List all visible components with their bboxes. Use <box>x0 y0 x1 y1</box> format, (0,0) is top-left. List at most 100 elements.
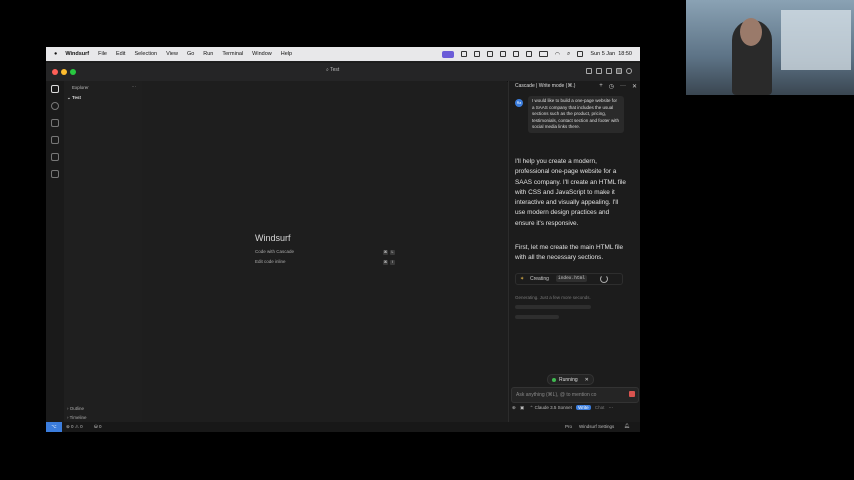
status-icon[interactable] <box>460 51 467 57</box>
status-icon[interactable] <box>499 51 506 57</box>
running-dot-icon <box>552 377 556 382</box>
timeline-section[interactable]: › Timeline <box>67 415 87 420</box>
plan-indicator[interactable]: Pro <box>565 424 572 429</box>
status-icon[interactable] <box>525 51 532 57</box>
timeline-label: Timeline <box>69 415 87 420</box>
assistant-reply: First, let me create the main HTML file … <box>515 244 624 262</box>
search-icon[interactable] <box>51 102 59 110</box>
action-label: Code with Cascade <box>255 249 295 254</box>
loading-placeholder <box>515 315 559 319</box>
menu-terminal[interactable]: Terminal <box>222 51 243 57</box>
extensions-icon[interactable] <box>51 170 59 178</box>
cancel-icon[interactable]: ✕ <box>585 377 589 383</box>
mode-chat-button[interactable]: Chat <box>595 405 605 410</box>
windsurf-settings[interactable]: Windsurf Settings <box>579 424 614 429</box>
error-count: 0 <box>71 424 74 429</box>
window-title: Test <box>330 67 340 73</box>
more-actions-button[interactable]: ··· <box>132 84 137 89</box>
menu-go[interactable]: Go <box>187 51 194 57</box>
battery-icon[interactable] <box>538 51 548 57</box>
history-icon[interactable]: ◷ <box>609 83 614 90</box>
action-code-with-cascade[interactable]: Code with Cascade ⌘ L <box>255 249 395 255</box>
more-icon[interactable]: ··· <box>609 405 614 410</box>
spark-icon: ✶ <box>520 276 525 282</box>
control-center-icon[interactable] <box>577 51 584 57</box>
webcam-overlay <box>686 0 854 95</box>
menu-window[interactable]: Window <box>252 51 272 57</box>
status-icon[interactable] <box>512 51 519 57</box>
action-edit-code-inline[interactable]: Edit code inline ⌘ I <box>255 259 395 265</box>
shortcut-key: ⌘ <box>383 260 388 265</box>
plus-icon[interactable]: + <box>599 83 603 90</box>
mode-write-button[interactable]: Write <box>576 405 591 410</box>
webcam-window <box>781 10 851 70</box>
window-titlebar: ⌕ Test <box>46 63 640 82</box>
ports-count: 0 <box>99 424 102 429</box>
maximize-window-button[interactable] <box>70 69 76 75</box>
menubar-app-name[interactable]: Windsurf <box>65 51 89 57</box>
menu-view[interactable]: View <box>166 51 178 57</box>
recording-icon[interactable] <box>441 50 454 58</box>
minimize-window-button[interactable] <box>61 69 67 75</box>
toggle-cascade-icon[interactable] <box>616 68 622 74</box>
mode-write-label: Write <box>578 405 589 410</box>
close-window-button[interactable] <box>52 69 58 75</box>
outline-label: Outline <box>69 406 85 411</box>
creating-label: Creating <box>530 276 549 282</box>
menu-edit[interactable]: Edit <box>116 51 125 57</box>
spinner-icon <box>600 275 608 283</box>
menu-run[interactable]: Run <box>203 51 213 57</box>
more-icon[interactable]: ··· <box>620 83 626 90</box>
screen: ● Windsurf File Edit Selection View Go R… <box>46 47 640 432</box>
outline-section[interactable]: › Outline <box>67 406 84 411</box>
mention-icon[interactable]: ⊕ <box>512 405 516 410</box>
chat-input-toolbar: ⊕ ▣ ⌃ Claude 3.5 Sonnet Write Chat ··· <box>512 405 638 411</box>
file-chip[interactable]: index.html <box>556 275 588 282</box>
problems-indicator[interactable]: ⊗ 0 ⚠ 0 <box>66 424 83 430</box>
editor-area: Windsurf Code with Cascade ⌘ L Edit code … <box>142 81 507 422</box>
command-center[interactable]: ⌕ Test <box>326 67 339 73</box>
explorer-icon[interactable] <box>51 85 59 93</box>
user-message: I would like to build a one-page website… <box>528 96 624 133</box>
running-label: Running <box>559 376 578 383</box>
folder-test[interactable]: ⌄ Test <box>67 95 81 101</box>
apple-icon[interactable]: ● <box>54 51 57 57</box>
avatar: Ra <box>515 99 523 107</box>
image-icon[interactable]: ▣ <box>520 405 524 410</box>
running-indicator: Running ✕ <box>547 374 594 385</box>
stop-button[interactable] <box>629 391 635 397</box>
tool-call-creating: ✶ Creating index.html <box>515 273 623 285</box>
menubar-status-area: ◠ ⌕ Sun 5 Jan 18:50 <box>441 47 632 61</box>
search-icon[interactable]: ⌕ <box>567 51 570 58</box>
menu-selection[interactable]: Selection <box>134 51 157 57</box>
warning-count: 0 <box>80 424 83 429</box>
action-label: Edit code inline <box>255 259 286 264</box>
menu-help[interactable]: Help <box>281 51 292 57</box>
customize-layout-icon[interactable] <box>606 68 612 74</box>
status-icon[interactable] <box>486 51 493 57</box>
model-selector[interactable]: ⌃ Claude 3.5 Sonnet <box>530 405 572 410</box>
menubar-datetime[interactable]: Sun 5 Jan 18:50 <box>590 51 632 57</box>
assistant-reply: I'll help you create a modern, professio… <box>515 158 626 227</box>
toggle-sidebar-icon[interactable] <box>586 68 592 74</box>
cascade-header: Cascade | Write mode (⌘.) <box>515 83 576 89</box>
toggle-panel-icon[interactable] <box>596 68 602 74</box>
source-control-icon[interactable] <box>51 119 59 127</box>
close-icon[interactable]: ✕ <box>632 83 637 90</box>
remote-explorer-icon[interactable] <box>51 153 59 161</box>
status-icon[interactable] <box>473 51 480 57</box>
layout-controls <box>586 68 632 74</box>
cascade-panel: Cascade | Write mode (⌘.) + ◷ ··· ✕ Ra I… <box>508 81 640 422</box>
menu-file[interactable]: File <box>98 51 107 57</box>
chat-input-placeholder: Ask anything (⌘L), @ to mention co <box>516 392 597 398</box>
explorer-sidebar: Explorer ··· ⌄ Test › Outline › Timeline <box>64 81 143 422</box>
notifications-icon[interactable]: 🔔︎ <box>624 423 630 429</box>
activity-bar <box>46 81 65 422</box>
account-icon[interactable] <box>626 68 632 74</box>
remote-button[interactable]: ⌥ <box>46 422 62 432</box>
macos-menubar: ● Windsurf File Edit Selection View Go R… <box>46 47 640 61</box>
chat-input[interactable]: Ask anything (⌘L), @ to mention co <box>511 387 639 403</box>
run-debug-icon[interactable] <box>51 136 59 144</box>
ports-indicator[interactable]: ⛁ 0 <box>94 424 102 430</box>
wifi-icon[interactable]: ◠ <box>555 51 560 58</box>
